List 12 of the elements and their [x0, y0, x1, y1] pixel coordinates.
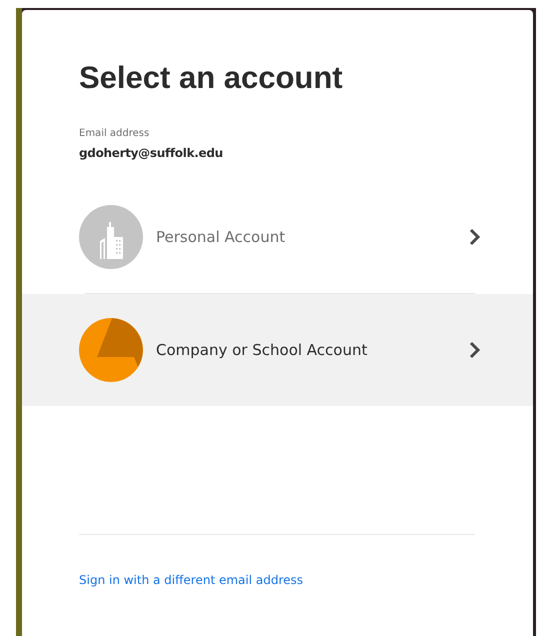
account-option[interactable]: Company or School Account: [22, 294, 533, 406]
account-option[interactable]: Personal Account: [22, 181, 533, 293]
email-label: Email address: [79, 127, 150, 141]
chevron-right-icon: [469, 228, 481, 246]
email-address: gdoherty@suffolk.edu: [79, 145, 224, 161]
triangle-avatar-icon: [79, 318, 143, 382]
building-avatar-icon: [79, 205, 143, 269]
chevron-right-icon: [469, 341, 481, 359]
account-label: Personal Account: [156, 228, 286, 246]
different-email-link[interactable]: Sign in with a different email address: [79, 573, 304, 587]
page-title: Select an account: [79, 59, 344, 97]
account-label: Company or School Account: [156, 341, 368, 359]
